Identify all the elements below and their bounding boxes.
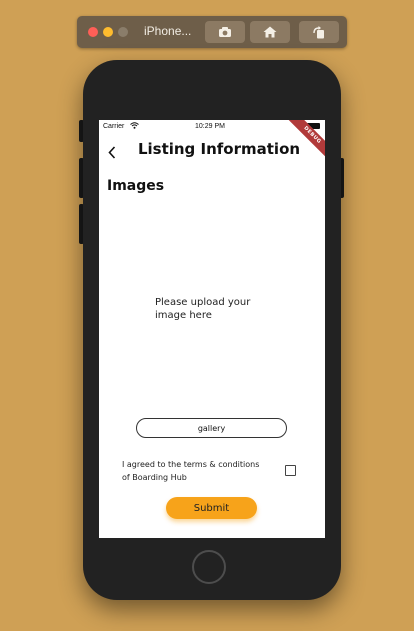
- app-screen: Carrier 10:29 PM DEBUG Listing Informati…: [99, 120, 325, 538]
- submit-button[interactable]: Submit: [166, 497, 257, 519]
- carrier-label: Carrier: [103, 123, 125, 130]
- simulator-title: iPhone...: [144, 24, 192, 38]
- close-window-button[interactable]: [88, 27, 98, 37]
- home-button[interactable]: [250, 21, 290, 43]
- rotate-button[interactable]: [299, 21, 339, 43]
- rotate-icon: [313, 25, 324, 38]
- simulator-toolbar: iPhone...: [77, 16, 347, 48]
- wifi-icon: [130, 122, 139, 129]
- images-section-title: Images: [107, 178, 165, 194]
- status-time: 10:29 PM: [195, 123, 225, 130]
- device-home-button[interactable]: [192, 550, 226, 584]
- upload-placeholder: Please upload your image here: [155, 297, 251, 321]
- minimize-window-button[interactable]: [103, 27, 113, 37]
- terms-checkbox[interactable]: [285, 465, 296, 476]
- screenshot-button[interactable]: [205, 21, 245, 43]
- home-icon: [263, 26, 277, 38]
- gallery-button[interactable]: gallery: [136, 418, 287, 438]
- camera-icon: [219, 27, 231, 37]
- terms-label: I agreed to the terms & conditions of Bo…: [122, 460, 260, 482]
- page-title: Listing Information: [137, 140, 301, 158]
- zoom-window-button[interactable]: [118, 27, 128, 37]
